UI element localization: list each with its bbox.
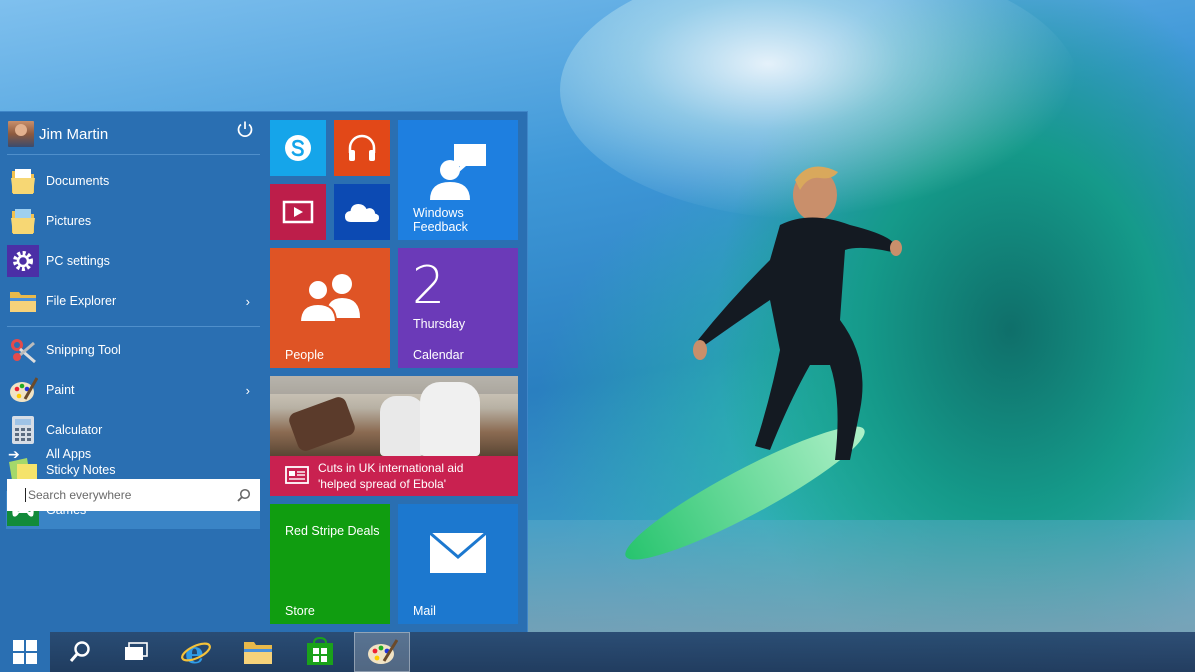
tile-mail[interactable]: Mail xyxy=(398,504,518,624)
start-item-snipping-tool[interactable]: Snipping Tool xyxy=(6,331,260,369)
start-item-file-explorer[interactable]: File Explorer › xyxy=(6,282,260,320)
start-item-documents[interactable]: Documents xyxy=(6,162,260,200)
start-item-label: Sticky Notes xyxy=(46,463,116,477)
store-icon xyxy=(307,637,333,665)
newspaper-icon xyxy=(285,466,309,484)
tile-label: Store xyxy=(285,604,315,618)
tile-label-line: Windows xyxy=(413,206,464,220)
paint-palette-icon xyxy=(7,374,39,406)
paint-palette-icon xyxy=(368,639,398,664)
tile-skype[interactable] xyxy=(270,120,326,176)
avatar xyxy=(8,121,34,147)
start-item-label: Calculator xyxy=(46,423,103,437)
news-photo xyxy=(270,376,518,456)
video-icon xyxy=(270,184,326,240)
start-item-label: Pictures xyxy=(46,214,92,228)
chevron-right-icon[interactable]: › xyxy=(246,294,250,309)
calculator-icon xyxy=(7,414,39,446)
start-item-paint[interactable]: Paint › xyxy=(6,371,260,409)
tile-calendar[interactable]: 2 Thursday Calendar xyxy=(398,248,518,368)
all-apps-button[interactable]: ➔ All Apps xyxy=(8,444,208,464)
gear-icon xyxy=(7,245,39,277)
tile-news[interactable]: Cuts in UK international aid 'helped spre… xyxy=(270,376,518,496)
people-icon xyxy=(298,274,360,322)
tile-windows-feedback[interactable]: Windows Feedback xyxy=(398,120,518,240)
tile-label: Calendar xyxy=(413,348,464,362)
start-item-label: Documents xyxy=(46,174,110,188)
all-apps-label: All Apps xyxy=(46,447,92,461)
start-item-pc-settings[interactable]: PC settings xyxy=(6,242,260,280)
tile-label: Windows Feedback xyxy=(413,206,468,234)
start-item-pictures[interactable]: Pictures xyxy=(6,202,260,240)
mail-icon xyxy=(429,532,487,573)
taskbar-search-button[interactable] xyxy=(52,632,108,672)
folder-documents-icon xyxy=(7,165,39,197)
news-headline: Cuts in UK international aid 'helped spre… xyxy=(318,460,514,492)
svg-text:e: e xyxy=(185,637,204,667)
search-icon[interactable] xyxy=(237,488,251,502)
task-view-button[interactable] xyxy=(108,632,164,672)
start-item-label: Paint xyxy=(46,383,75,397)
start-item-label: File Explorer xyxy=(46,294,117,308)
start-item-label: Snipping Tool xyxy=(46,343,121,357)
news-headline-line: 'helped spread of Ebola' xyxy=(318,477,447,491)
water-surface xyxy=(527,520,1195,632)
search-placeholder: Search everywhere xyxy=(28,488,132,502)
scissors-icon xyxy=(7,334,39,366)
user-name: Jim Martin xyxy=(39,125,109,143)
divider xyxy=(7,154,260,155)
task-view-icon xyxy=(125,642,148,660)
feedback-icon xyxy=(430,144,486,200)
search-icon xyxy=(69,641,90,662)
taskbar-paint[interactable] xyxy=(354,632,410,672)
skype-icon xyxy=(270,120,326,176)
tile-onedrive[interactable] xyxy=(334,184,390,240)
power-icon[interactable] xyxy=(236,120,254,138)
chevron-right-icon[interactable]: › xyxy=(246,383,250,398)
user-account[interactable]: Jim Martin xyxy=(8,120,260,148)
tile-label: People xyxy=(285,348,324,362)
folder-pictures-icon xyxy=(7,205,39,237)
text-caret xyxy=(25,488,26,502)
taskbar-internet-explorer[interactable]: e xyxy=(168,632,224,672)
internet-explorer-icon: e xyxy=(181,637,211,667)
taskbar-file-explorer[interactable] xyxy=(230,632,286,672)
calendar-day: 2 xyxy=(412,256,446,316)
cloud-icon xyxy=(334,184,390,240)
store-promo: Red Stripe Deals xyxy=(285,524,380,538)
tile-music[interactable] xyxy=(334,120,390,176)
surfer-figure xyxy=(693,166,902,460)
search-input[interactable]: Search everywhere xyxy=(7,479,260,511)
tile-video[interactable] xyxy=(270,184,326,240)
file-explorer-icon xyxy=(244,642,272,664)
taskbar: e xyxy=(0,632,1195,672)
start-item-label: PC settings xyxy=(46,254,110,268)
divider xyxy=(7,326,260,327)
tile-label: Mail xyxy=(413,604,436,618)
file-explorer-icon xyxy=(7,285,39,317)
headphones-icon xyxy=(334,120,390,176)
tile-people[interactable]: People xyxy=(270,248,390,368)
tile-label-line: Feedback xyxy=(413,220,468,234)
tile-store[interactable]: Red Stripe Deals Store xyxy=(270,504,390,624)
taskbar-store[interactable] xyxy=(292,632,348,672)
calendar-weekday: Thursday xyxy=(413,317,466,331)
news-headline-line: Cuts in UK international aid xyxy=(318,461,464,475)
windows-start-icon xyxy=(13,640,37,664)
arrow-right-icon: ➔ xyxy=(8,445,20,462)
start-button[interactable] xyxy=(0,632,50,672)
